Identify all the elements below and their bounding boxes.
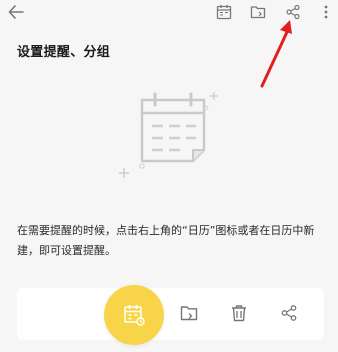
top-toolbar — [0, 0, 338, 26]
hint-text: 在需要提醒的时候，点击右上角的“日历”图标或者在日历中新建，即可设置提醒。 — [17, 224, 315, 257]
bottom-action-bar — [17, 288, 324, 340]
calendar-reminder-button[interactable] — [104, 285, 164, 345]
folder-move-icon-bottom[interactable] — [180, 304, 198, 322]
more-vertical-icon[interactable] — [323, 4, 329, 20]
share-icon[interactable] — [285, 4, 301, 20]
back-arrow-icon[interactable] — [8, 5, 24, 19]
calendar-illustration — [118, 86, 226, 178]
calendar-reminder-icon[interactable] — [216, 4, 232, 20]
note-title: 设置提醒、分组 — [17, 45, 111, 60]
trash-icon[interactable] — [230, 304, 248, 322]
share-icon-bottom[interactable] — [280, 304, 298, 322]
calendar-icon — [124, 305, 145, 326]
folder-move-icon[interactable] — [250, 4, 266, 20]
